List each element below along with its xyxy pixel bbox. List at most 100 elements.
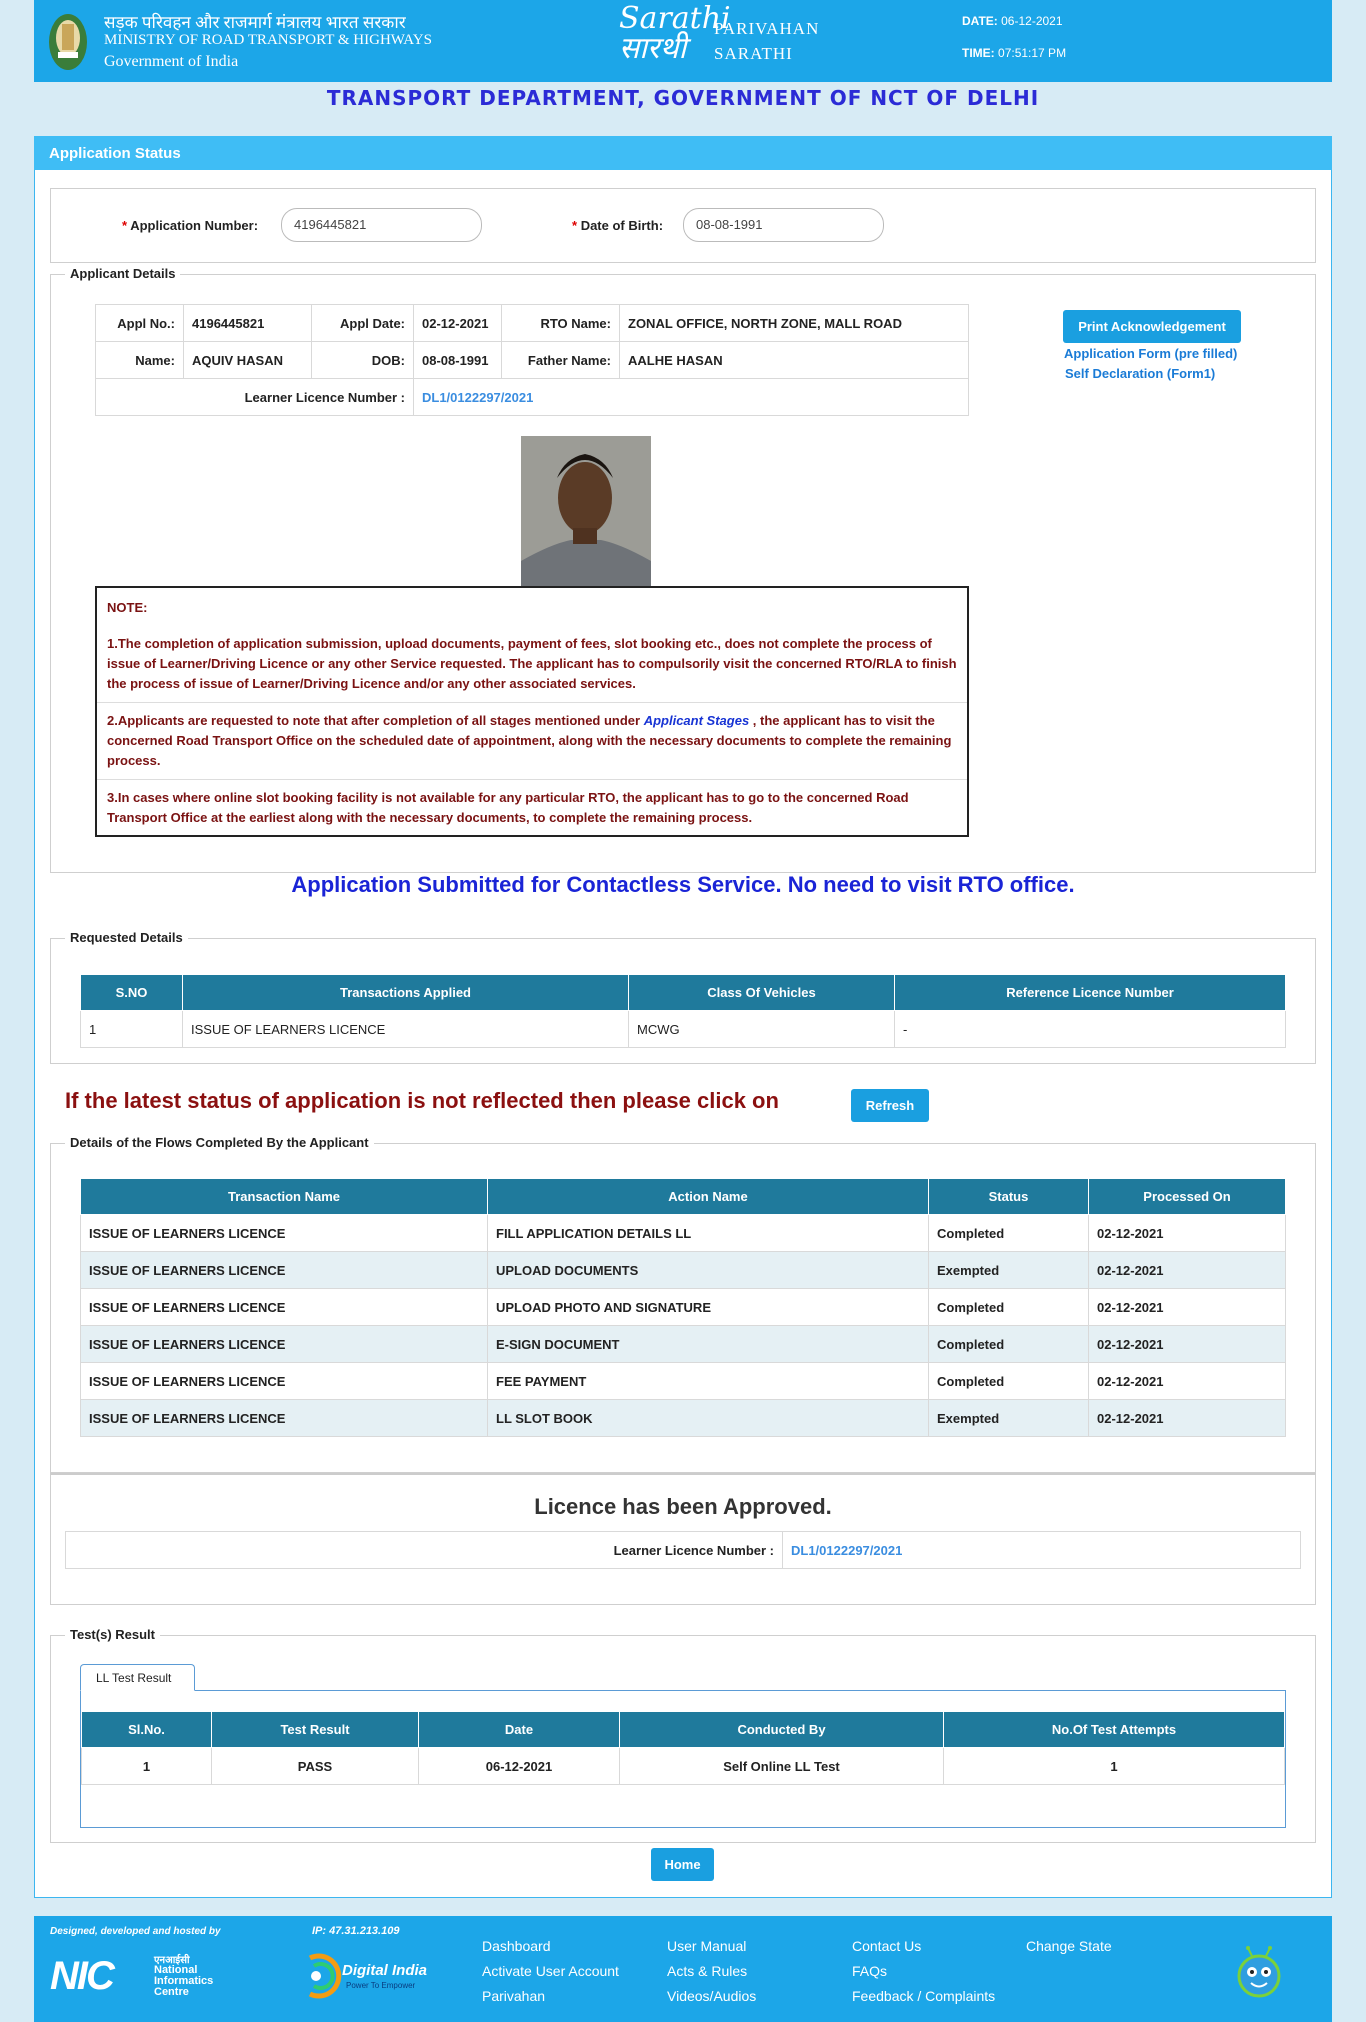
col-date: Date	[418, 1711, 620, 1748]
site-footer: Designed, developed and hosted by IP: 47…	[34, 1916, 1332, 2022]
self-declaration-link[interactable]: Self Declaration (Form1)	[1065, 366, 1215, 381]
ip-address: IP: 47.31.213.109	[312, 1925, 400, 1937]
chat-bot-icon[interactable]	[1236, 1946, 1282, 2002]
table-row: ISSUE OF LEARNERS LICENCE UPLOAD PHOTO AN…	[80, 1288, 1286, 1326]
time-label: TIME:	[962, 46, 995, 60]
applicant-stages-link[interactable]: Applicant Stages	[644, 713, 749, 728]
cell: 02-12-2021	[1088, 1288, 1286, 1326]
footer-link-change-state[interactable]: Change State	[1026, 1934, 1112, 1959]
required-mark: *	[572, 218, 578, 233]
col-sl-no: Sl.No.	[81, 1711, 212, 1748]
father-name-value: AALHE HASAN	[619, 341, 969, 379]
footer-link-faqs[interactable]: FAQs	[852, 1959, 995, 1984]
licence-approved-title: Licence has been Approved.	[534, 1494, 832, 1519]
appl-date-value: 02-12-2021	[413, 304, 502, 342]
cell: ISSUE OF LEARNERS LICENCE	[80, 1288, 488, 1326]
footer-col-2: User Manual Acts & Rules Videos/Audios	[667, 1934, 756, 2009]
footer-link-activate-user[interactable]: Activate User Account	[482, 1959, 619, 1984]
cell: UPLOAD PHOTO AND SIGNATURE	[487, 1288, 929, 1326]
department-title: TRANSPORT DEPARTMENT, GOVERNMENT OF NCT …	[326, 86, 1040, 110]
contactless-message: Application Submitted for Contactless Se…	[291, 872, 1075, 897]
footer-link-feedback[interactable]: Feedback / Complaints	[852, 1984, 995, 2009]
footer-col-3: Contact Us FAQs Feedback / Complaints	[852, 1934, 995, 2009]
header-date: DATE: 06-12-2021	[962, 14, 1063, 28]
requested-details-legend: Requested Details	[65, 930, 188, 945]
ministry-hindi: सड़क परिवहन और राजमार्ग मंत्रालय भारत सर…	[104, 13, 406, 32]
col-processed-on: Processed On	[1088, 1178, 1286, 1215]
footer-link-user-manual[interactable]: User Manual	[667, 1934, 756, 1959]
table-row: ISSUE OF LEARNERS LICENCE FILL APPLICATIO…	[80, 1214, 1286, 1252]
home-button[interactable]: Home	[651, 1848, 714, 1881]
cell: Completed	[928, 1214, 1089, 1252]
required-mark: *	[122, 218, 128, 233]
footer-link-dashboard[interactable]: Dashboard	[482, 1934, 619, 1959]
app-number-label-text: Application Number:	[130, 218, 259, 233]
flows-table: Transaction Name Action Name Status Process…	[80, 1178, 1286, 1437]
appl-date-label: Appl Date:	[311, 304, 414, 342]
cell: 02-12-2021	[1088, 1362, 1286, 1400]
cell: 1	[943, 1747, 1285, 1785]
header-time: TIME: 07:51:17 PM	[962, 46, 1066, 60]
note-item-2-text-a: 2.Applicants are requested to note that …	[107, 713, 644, 728]
requested-details-table: S.NO Transactions Applied Class Of Vehicle…	[80, 974, 1286, 1048]
footer-link-acts-rules[interactable]: Acts & Rules	[667, 1959, 756, 1984]
name-label: Name:	[95, 341, 184, 379]
test-results-legend: Test(s) Result	[65, 1627, 160, 1642]
application-number-input[interactable]: 4196445821	[281, 208, 482, 242]
cell: Completed	[928, 1362, 1089, 1400]
col-action-name: Action Name	[487, 1178, 929, 1215]
cell: 02-12-2021	[1088, 1325, 1286, 1363]
print-acknowledgement-button[interactable]: Print Acknowledgement	[1063, 310, 1241, 343]
nic-line-3: Centre	[154, 1986, 189, 1998]
date-of-birth-input[interactable]: 08-08-1991	[683, 208, 884, 242]
note-item-1: 1.The completion of application submissi…	[97, 626, 967, 703]
cell: LL SLOT BOOK	[487, 1399, 929, 1437]
ll-number-value: DL1/0122297/2021	[413, 378, 969, 416]
test-results-table: Sl.No. Test Result Date Conducted By No.Of T…	[81, 1711, 1285, 1785]
cell: ISSUE OF LEARNERS LICENCE	[182, 1010, 629, 1048]
cell: MCWG	[628, 1010, 895, 1048]
time-value: 07:51:17 PM	[998, 46, 1067, 60]
footer-link-videos[interactable]: Videos/Audios	[667, 1984, 756, 2009]
col-status: Status	[928, 1178, 1089, 1215]
note-box: NOTE: 1.The completion of application su…	[95, 586, 969, 837]
digital-india-tagline: Power To Empower	[346, 1981, 416, 1990]
applicant-photo	[521, 436, 651, 586]
digital-india-text: Digital India	[342, 1962, 428, 1979]
cell: UPLOAD DOCUMENTS	[487, 1251, 929, 1289]
father-name-label: Father Name:	[501, 341, 620, 379]
cell: Exempted	[928, 1399, 1089, 1437]
applicant-details-legend: Applicant Details	[65, 266, 181, 281]
appl-no-label: Appl No.:	[95, 304, 184, 342]
flows-legend: Details of the Flows Completed By the Ap…	[65, 1135, 374, 1150]
table-row: ISSUE OF LEARNERS LICENCE UPLOAD DOCUMENT…	[80, 1251, 1286, 1289]
col-sno: S.NO	[80, 974, 183, 1011]
col-transaction-name: Transaction Name	[80, 1178, 488, 1215]
appl-no-value: 4196445821	[183, 304, 312, 342]
designed-by-text: Designed, developed and hosted by	[50, 1926, 221, 1937]
applicant-details-table: Appl No.: 4196445821 Appl Date: 02-12-2021 R…	[95, 304, 969, 416]
footer-link-parivahan[interactable]: Parivahan	[482, 1984, 619, 2009]
rto-name-value: ZONAL OFFICE, NORTH ZONE, MALL ROAD	[619, 304, 969, 342]
approved-ll-table: Learner Licence Number : DL1/0122297/2021	[65, 1531, 1301, 1569]
tab-ll-test-result[interactable]: LL Test Result	[80, 1664, 195, 1691]
name-value: AQUIV HASAN	[183, 341, 312, 379]
cell: PASS	[211, 1747, 419, 1785]
sarathi-text: SARATHI	[714, 44, 793, 63]
table-row: 1 PASS 06-12-2021 Self Online LL Test 1	[81, 1747, 1285, 1785]
footer-link-contact[interactable]: Contact Us	[852, 1934, 995, 1959]
col-test-result: Test Result	[211, 1711, 419, 1748]
dob-label-text: Date of Birth:	[580, 218, 664, 233]
note-item-2: 2.Applicants are requested to note that …	[97, 703, 967, 780]
approved-ll-value: DL1/0122297/2021	[782, 1531, 1301, 1569]
cell: FILL APPLICATION DETAILS LL	[487, 1214, 929, 1252]
ministry-name: MINISTRY OF ROAD TRANSPORT & HIGHWAYS	[104, 32, 432, 48]
digital-india-logo: Digital India Power To Empower	[302, 1952, 452, 2002]
col-reference-licence: Reference Licence Number	[894, 974, 1286, 1011]
cell: ISSUE OF LEARNERS LICENCE	[80, 1251, 488, 1289]
app-number-label: * Application Number:	[122, 218, 258, 233]
note-title: NOTE:	[107, 600, 148, 615]
refresh-button[interactable]: Refresh	[851, 1089, 929, 1122]
application-form-link[interactable]: Application Form (pre filled)	[1064, 346, 1237, 361]
parivahan-sarathi-text: PARIVAHAN SARATHI	[714, 16, 819, 66]
